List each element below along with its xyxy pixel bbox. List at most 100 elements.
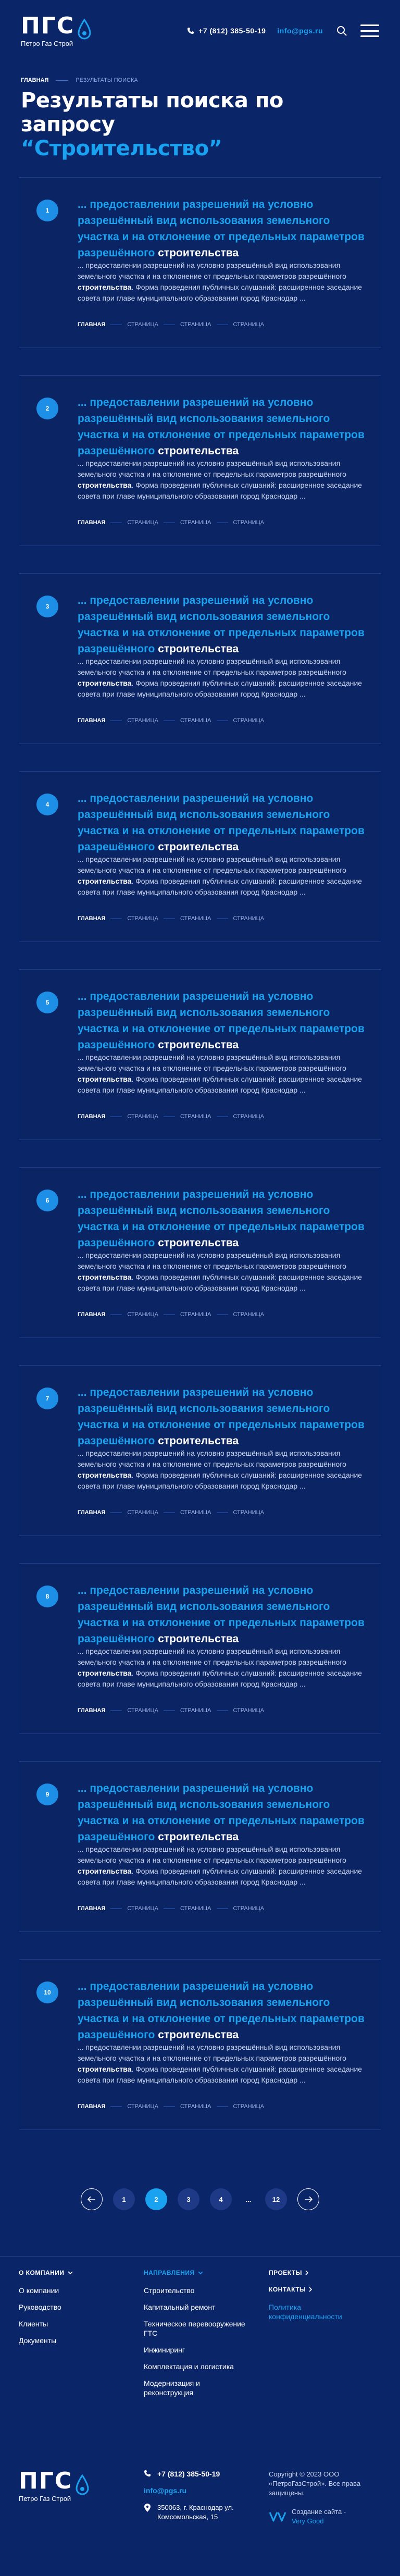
- result-breadcrumb-item[interactable]: Страница: [180, 1113, 211, 1120]
- result-breadcrumb-item[interactable]: Страница: [180, 2103, 211, 2110]
- result-breadcrumb-item[interactable]: Страница: [233, 1113, 265, 1120]
- result-breadcrumb-item[interactable]: Страница: [127, 2103, 158, 2110]
- result-breadcrumb-item[interactable]: Главная: [78, 1905, 105, 1912]
- result-breadcrumb-item[interactable]: Главная: [78, 2103, 105, 2110]
- pagination-page-active[interactable]: 2: [145, 2188, 167, 2210]
- result-breadcrumb-item[interactable]: Страница: [233, 1509, 265, 1516]
- result-title-link[interactable]: ... предоставлении разрешений на условно…: [78, 1186, 369, 1251]
- result-card[interactable]: 3 ... предоставлении разрешений на условн…: [19, 573, 381, 744]
- result-card[interactable]: 2 ... предоставлении разрешений на условн…: [19, 375, 381, 546]
- search-button[interactable]: [334, 23, 349, 38]
- footer-link[interactable]: Техническое перевооружение ГТС: [144, 2319, 248, 2338]
- footer-link[interactable]: Руководство: [19, 2302, 73, 2312]
- footer-directions-heading[interactable]: Направления: [144, 2269, 248, 2276]
- result-breadcrumb-item[interactable]: Главная: [78, 1113, 105, 1120]
- pagination-prev-button[interactable]: [81, 2188, 103, 2210]
- footer-phone-row[interactable]: +7 (812) 385-50-19: [144, 2470, 241, 2478]
- footer-address-row: 350063, г. Краснодар ул. Комсомольская, …: [144, 2503, 241, 2522]
- burger-icon-line: [360, 24, 379, 26]
- result-title-highlight: строительства: [158, 1435, 239, 1447]
- result-breadcrumb-item[interactable]: Страница: [180, 321, 211, 328]
- result-breadcrumb-item[interactable]: Страница: [233, 717, 265, 724]
- pagination-next-button[interactable]: [297, 2188, 319, 2210]
- footer-logo[interactable]: ПГС Петро Газ Строй: [19, 2470, 89, 2503]
- result-title-link[interactable]: ... предоставлении разрешений на условно…: [78, 1582, 369, 1647]
- pagination-page[interactable]: 1: [113, 2188, 135, 2210]
- result-breadcrumb-item[interactable]: Главная: [78, 321, 105, 328]
- footer-company-heading[interactable]: О компании: [19, 2269, 73, 2276]
- result-breadcrumb: Главная Страница Страница Страница: [78, 1905, 264, 1912]
- result-breadcrumb-item[interactable]: Страница: [233, 1707, 265, 1714]
- pagination-page-last[interactable]: 12: [265, 2188, 287, 2210]
- result-card[interactable]: 9 ... предоставлении разрешений на условн…: [19, 1761, 381, 1932]
- result-breadcrumb-item[interactable]: Страница: [127, 519, 158, 526]
- footer-link[interactable]: Документы: [19, 2336, 73, 2345]
- result-breadcrumb-item[interactable]: Страница: [233, 915, 265, 922]
- footer-link[interactable]: Инжиниринг: [144, 2345, 248, 2355]
- result-breadcrumb-item[interactable]: Страница: [180, 1311, 211, 1318]
- page: { "header": { "logo_text": "ПГС", "logo_…: [0, 0, 400, 2576]
- result-breadcrumb-item[interactable]: Главная: [78, 915, 105, 922]
- privacy-policy-link[interactable]: Политика конфиденциальности: [269, 2302, 373, 2321]
- menu-button[interactable]: [360, 24, 379, 37]
- result-breadcrumb-item[interactable]: Страница: [127, 717, 158, 724]
- result-title-link[interactable]: ... предоставлении разрешений на условно…: [78, 790, 369, 855]
- result-breadcrumb-item[interactable]: Страница: [127, 1509, 158, 1516]
- result-breadcrumb-item[interactable]: Главная: [78, 1707, 105, 1714]
- result-breadcrumb-item[interactable]: Страница: [233, 321, 265, 328]
- result-breadcrumb-item[interactable]: Главная: [78, 1311, 105, 1318]
- result-breadcrumb-item[interactable]: Страница: [180, 519, 211, 526]
- footer-projects-heading[interactable]: Проекты: [269, 2269, 373, 2276]
- result-breadcrumb-item[interactable]: Страница: [127, 321, 158, 328]
- result-card[interactable]: 6 ... предоставлении разрешений на условн…: [19, 1167, 381, 1338]
- result-breadcrumb-item[interactable]: Страница: [233, 519, 265, 526]
- result-breadcrumb-item[interactable]: Страница: [233, 1311, 265, 1318]
- footer-link[interactable]: Клиенты: [19, 2319, 73, 2329]
- header-email-link[interactable]: info@pgs.ru: [277, 27, 323, 35]
- footer-link[interactable]: О компании: [19, 2286, 73, 2295]
- footer-email-row[interactable]: info@pgs.ru: [144, 2486, 241, 2495]
- result-breadcrumb-item[interactable]: Страница: [180, 1905, 211, 1912]
- logo[interactable]: ПГС Петро Газ Строй: [21, 14, 91, 47]
- result-breadcrumb-item[interactable]: Страница: [233, 2103, 265, 2110]
- result-title-link[interactable]: ... предоставлении разрешений на условно…: [78, 1384, 369, 1449]
- result-breadcrumb-item[interactable]: Страница: [127, 1905, 158, 1912]
- result-breadcrumb-item[interactable]: Главная: [78, 519, 105, 526]
- result-card[interactable]: 1 ... предоставлении разрешений на условн…: [19, 177, 381, 348]
- breadcrumb-home[interactable]: Главная: [21, 77, 48, 83]
- result-breadcrumb-item[interactable]: Страница: [127, 1311, 158, 1318]
- result-title-link[interactable]: ... предоставлении разрешений на условно…: [78, 1780, 369, 1845]
- result-card[interactable]: 10 ... предоставлении разрешений на услов…: [19, 1959, 381, 2130]
- result-title-link[interactable]: ... предоставлении разрешений на условно…: [78, 1978, 369, 2043]
- result-breadcrumb-item[interactable]: Страница: [127, 915, 158, 922]
- pagination-page[interactable]: 3: [178, 2188, 199, 2210]
- result-card[interactable]: 7 ... предоставлении разрешений на условн…: [19, 1365, 381, 1536]
- footer-link[interactable]: Комплектация и логистика: [144, 2362, 248, 2371]
- result-title-link[interactable]: ... предоставлении разрешений на условно…: [78, 592, 369, 657]
- result-breadcrumb-item[interactable]: Страница: [180, 1707, 211, 1714]
- result-title-link[interactable]: ... предоставлении разрешений на условно…: [78, 394, 369, 459]
- result-card[interactable]: 8 ... предоставлении разрешений на условн…: [19, 1563, 381, 1734]
- footer-contacts-heading[interactable]: Контакты: [269, 2286, 373, 2293]
- result-title-link[interactable]: ... предоставлении разрешений на условно…: [78, 988, 369, 1053]
- result-breadcrumb-item[interactable]: Страница: [127, 1707, 158, 1714]
- result-title-link[interactable]: ... предоставлении разрешений на условно…: [78, 196, 369, 261]
- result-breadcrumb-item[interactable]: Страница: [180, 717, 211, 724]
- header-phone-link[interactable]: +7 (812) 385-50-19: [187, 27, 266, 35]
- result-card[interactable]: 4 ... предоставлении разрешений на условн…: [19, 771, 381, 942]
- result-snippet-highlight: строительства: [78, 1669, 132, 1677]
- footer-link[interactable]: Строительство: [144, 2286, 248, 2295]
- result-breadcrumb-item[interactable]: Главная: [78, 717, 105, 724]
- footer-link[interactable]: Капитальный ремонт: [144, 2302, 248, 2312]
- pagination-page[interactable]: 4: [210, 2188, 232, 2210]
- result-breadcrumb-item[interactable]: Страница: [180, 1509, 211, 1516]
- result-card[interactable]: 5 ... предоставлении разрешений на условн…: [19, 969, 381, 1140]
- result-breadcrumb-item[interactable]: Страница: [127, 1113, 158, 1120]
- footer-developer[interactable]: Создание сайта - Very Good: [269, 2507, 378, 2526]
- result-breadcrumb-item[interactable]: Страница: [180, 915, 211, 922]
- phone-icon: [188, 28, 194, 34]
- arrow-left-icon: [88, 2196, 95, 2202]
- footer-link[interactable]: Модернизация и реконструкция: [144, 2379, 248, 2397]
- result-breadcrumb-item[interactable]: Главная: [78, 1509, 105, 1516]
- result-breadcrumb-item[interactable]: Страница: [233, 1905, 265, 1912]
